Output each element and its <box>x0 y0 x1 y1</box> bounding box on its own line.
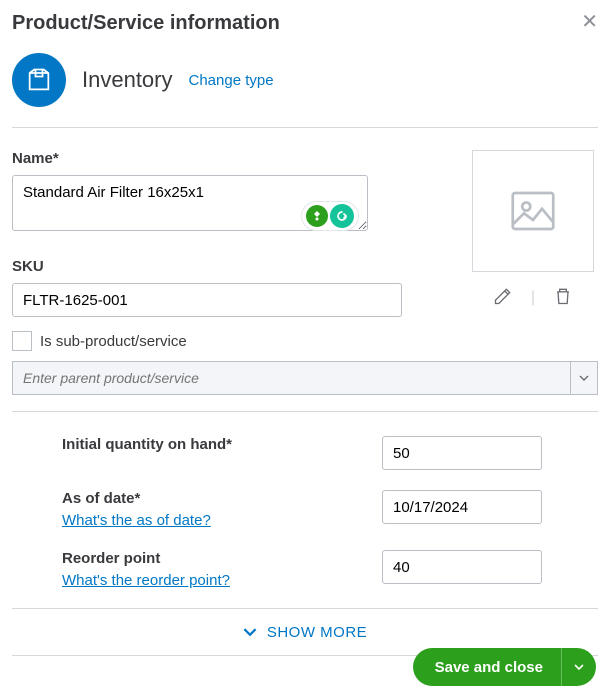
save-button-label: Save and close <box>413 659 561 676</box>
edit-image-button[interactable] <box>493 286 513 309</box>
close-button[interactable]: ✕ <box>581 12 598 32</box>
reorder-point-label: Reorder point <box>62 550 160 567</box>
as-of-date-label: As of date* <box>62 490 140 507</box>
pencil-icon <box>493 286 513 306</box>
sku-input[interactable] <box>12 283 402 317</box>
save-and-close-button[interactable]: Save and close <box>413 648 596 686</box>
trash-icon <box>553 286 573 306</box>
close-icon: ✕ <box>581 11 598 33</box>
type-label: Inventory <box>82 67 173 93</box>
reorder-point-help-link[interactable]: What's the reorder point? <box>62 572 230 589</box>
sku-label: SKU <box>12 258 428 275</box>
image-placeholder-icon <box>506 184 560 238</box>
action-divider: | <box>531 289 535 307</box>
initial-qty-input[interactable] <box>382 436 542 470</box>
chevron-down-icon <box>574 662 584 672</box>
change-type-link[interactable]: Change type <box>189 72 274 89</box>
name-label: Name* <box>12 150 428 167</box>
product-image-placeholder[interactable] <box>472 150 594 272</box>
as-of-date-input[interactable] <box>382 490 542 524</box>
show-more-label: SHOW MORE <box>267 624 367 641</box>
sub-product-checkbox[interactable] <box>12 331 32 351</box>
reorder-point-input[interactable] <box>382 550 542 584</box>
page-title: Product/Service information <box>12 12 280 35</box>
chevron-down-icon <box>243 625 257 639</box>
parent-product-select[interactable] <box>12 361 570 395</box>
extension-badge-icon[interactable] <box>306 205 328 227</box>
delete-image-button[interactable] <box>553 286 573 309</box>
save-dropdown-caret[interactable] <box>561 648 596 686</box>
as-of-date-help-link[interactable]: What's the as of date? <box>62 512 211 529</box>
initial-qty-label: Initial quantity on hand* <box>62 436 232 453</box>
parent-product-dropdown-button[interactable] <box>570 361 598 395</box>
inventory-type-icon <box>12 53 66 107</box>
sub-product-label: Is sub-product/service <box>40 333 187 350</box>
chevron-down-icon <box>579 373 589 383</box>
grammarly-icon[interactable] <box>330 204 354 228</box>
